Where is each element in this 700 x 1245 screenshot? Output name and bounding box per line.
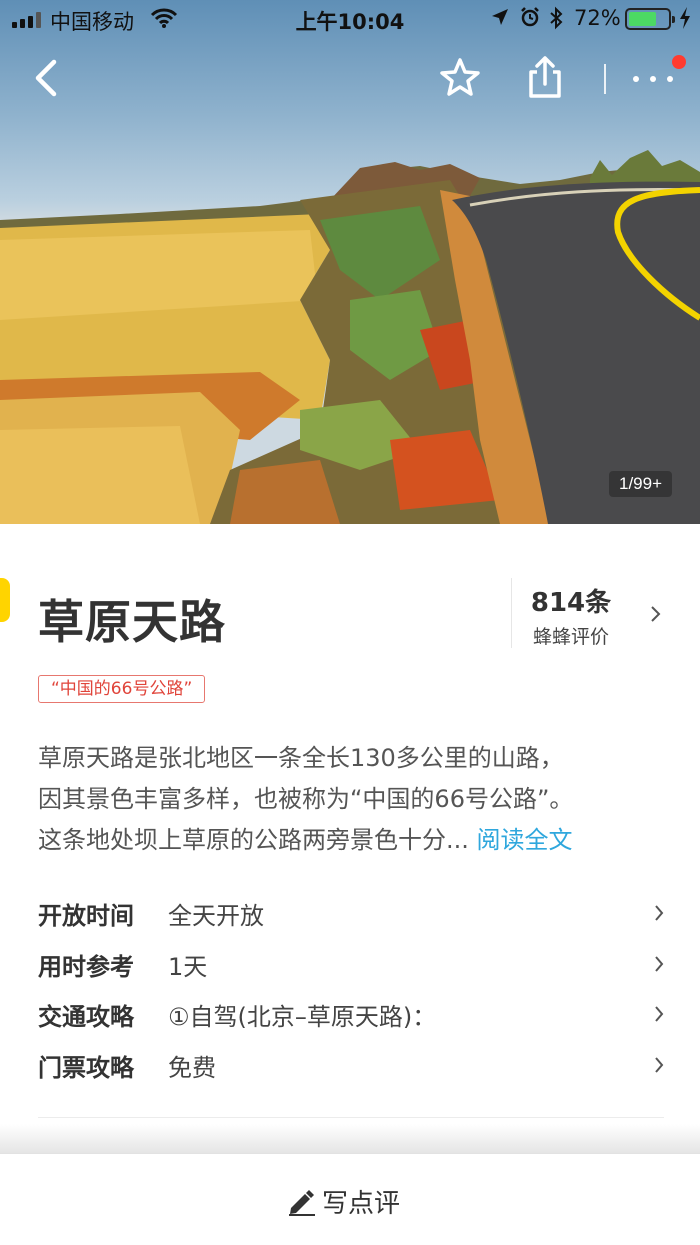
info-value: 免费 — [168, 1054, 216, 1082]
info-row-tickets[interactable]: 门票攻略 免费 — [38, 1042, 666, 1088]
hero-photo[interactable]: 中国移动 上午10:04 72% 1/99+ — [0, 0, 700, 524]
write-review-label: 写点评 — [322, 1189, 401, 1219]
back-button[interactable] — [20, 50, 76, 106]
grassland-road-photo — [0, 150, 700, 524]
pencil-icon — [289, 1190, 315, 1216]
location-arrow-icon — [492, 9, 508, 25]
info-row-open-hours[interactable]: 开放时间 全天开放 — [38, 890, 666, 936]
info-label: 用时参考 — [38, 953, 134, 981]
back-arrow-icon — [35, 59, 57, 97]
star-outline-icon — [440, 58, 480, 96]
poi-description: 草原天路是张北地区一条全长130多公里的山路， 因其景色丰富多样，也被称为“中国… — [38, 738, 668, 861]
side-tab-marker — [0, 578, 10, 622]
info-value: ①自驾(北京–草原天路)： — [168, 1003, 437, 1031]
battery-fill — [629, 12, 657, 26]
bottom-action-bar: 写点评 — [0, 1153, 700, 1245]
share-icon — [529, 56, 561, 98]
info-label: 门票攻略 — [38, 1054, 134, 1082]
info-label: 交通攻略 — [38, 1003, 134, 1031]
photo-counter: 1/99+ — [609, 471, 672, 497]
status-bar: 中国移动 上午10:04 72% — [0, 0, 700, 40]
description-line: 因其景色丰富多样，也被称为“中国的66号公路”。 — [38, 785, 574, 813]
alarm-icon — [521, 7, 539, 27]
chevron-right-icon — [651, 606, 661, 622]
info-row-duration[interactable]: 用时参考 1天 — [38, 941, 666, 987]
notification-dot — [672, 55, 686, 69]
poi-title: 草原天路 — [38, 595, 226, 649]
bottom-shadow — [0, 1124, 700, 1154]
read-more-link[interactable]: 阅读全文 — [477, 826, 573, 854]
review-count: 814条 — [530, 588, 612, 618]
info-value: 1天 — [168, 953, 208, 981]
topbar-divider — [604, 64, 606, 94]
battery-icon — [625, 8, 675, 30]
bluetooth-icon — [550, 6, 563, 30]
share-button[interactable] — [517, 50, 573, 106]
info-row-transport[interactable]: 交通攻略 ①自驾(北京–草原天路)： — [38, 991, 666, 1037]
info-value: 全天开放 — [168, 902, 264, 930]
review-label: 蜂蜂评价 — [532, 626, 609, 648]
favorite-button[interactable] — [432, 50, 488, 106]
battery-percent: 72% — [574, 6, 621, 30]
section-divider — [38, 1117, 664, 1118]
description-line-last: 这条地处坝上草原的公路两旁景色十分... 阅读全文 — [38, 820, 668, 861]
chevron-right-icon — [655, 956, 664, 972]
chevron-right-icon — [655, 1057, 664, 1073]
reviews-link[interactable]: 814条 蜂蜂评价 — [511, 578, 671, 648]
description-line: 草原天路是张北地区一条全长130多公里的山路， — [38, 744, 564, 772]
description-line-text: 这条地处坝上草原的公路两旁景色十分... — [38, 826, 469, 854]
info-label: 开放时间 — [38, 902, 134, 930]
write-review-button[interactable]: 写点评 — [270, 1178, 440, 1222]
chevron-right-icon — [655, 905, 664, 921]
chevron-right-icon — [655, 1006, 664, 1022]
poi-tag: “中国的66号公路” — [38, 675, 206, 703]
charging-bolt-icon — [680, 7, 690, 29]
